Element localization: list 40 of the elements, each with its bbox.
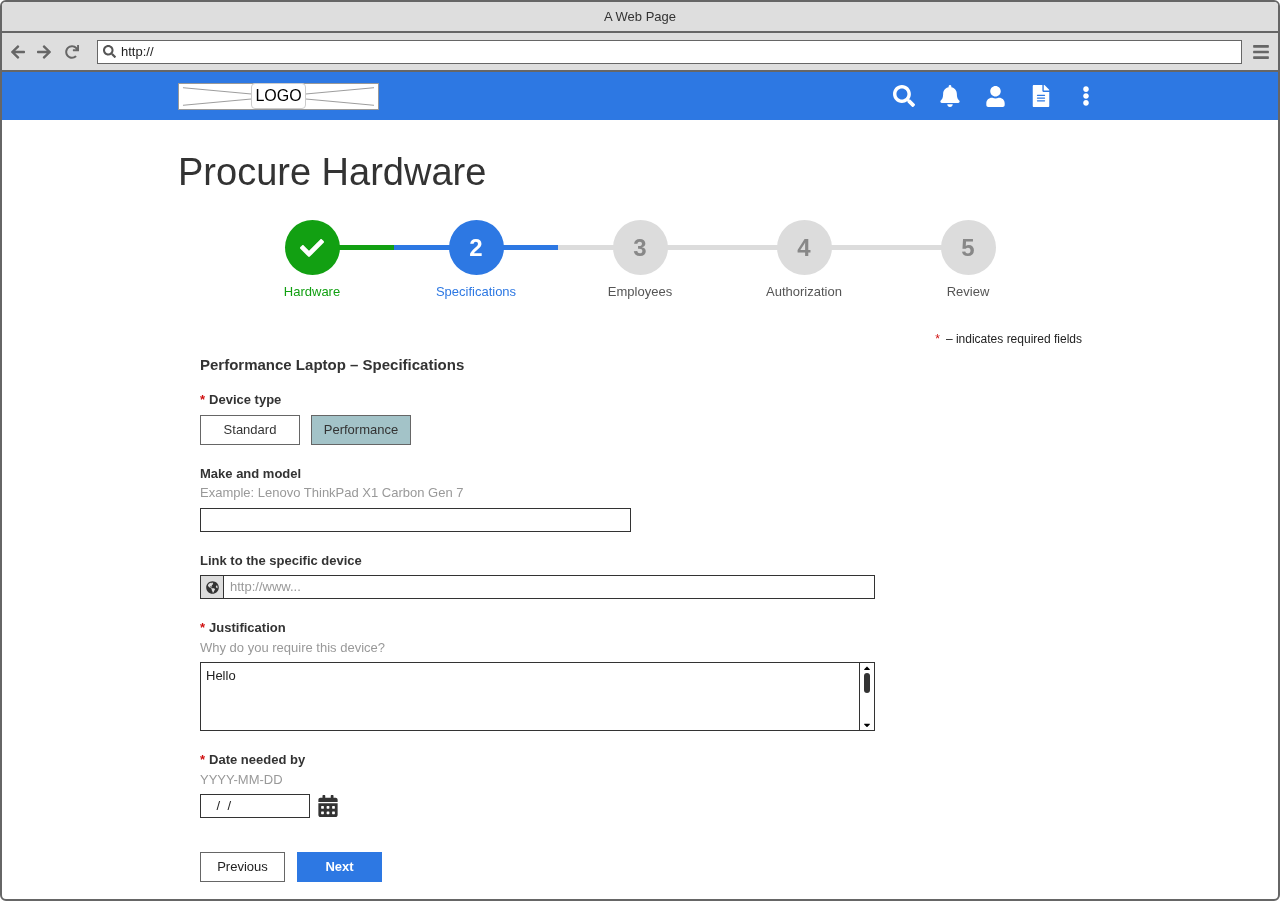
field-label: Date needed by (209, 751, 306, 769)
step-label[interactable]: Specifications (435, 282, 517, 302)
option-button[interactable]: Standard (200, 414, 300, 445)
window-title: A Web Page (603, 7, 676, 26)
address-bar[interactable]: http:// (97, 39, 1242, 64)
step-label[interactable]: Review (946, 282, 990, 302)
field-hint: YYYY-MM-DD (200, 770, 284, 789)
field-label: Link to the specific device (200, 551, 362, 570)
next-button[interactable]: Next (297, 852, 382, 882)
required-asterisk: * (200, 619, 206, 637)
page-title: Procure Hardware (178, 150, 488, 195)
back-icon[interactable] (10, 43, 26, 60)
step-label[interactable]: Employees (607, 282, 673, 302)
logo-placeholder[interactable]: LOGO (178, 82, 379, 110)
document-icon[interactable] (1030, 85, 1052, 107)
required-asterisk: * (935, 330, 940, 348)
input-field[interactable] (200, 507, 631, 532)
search-icon (103, 45, 116, 58)
field-label: Justification (209, 619, 286, 637)
forward-icon[interactable] (36, 43, 52, 60)
field-label: Make and model (200, 464, 302, 483)
previous-button[interactable]: Previous (200, 852, 285, 882)
menu-icon[interactable] (1252, 42, 1270, 61)
user-icon[interactable] (985, 85, 1006, 107)
calendar-icon[interactable] (317, 795, 339, 817)
reload-icon[interactable] (65, 44, 79, 59)
scrollbar-thumb[interactable] (864, 673, 870, 693)
bell-icon[interactable] (939, 85, 961, 107)
required-asterisk: * (200, 751, 206, 769)
field-label: Device type (209, 391, 282, 409)
field-hint: Example: Lenovo ThinkPad X1 Carbon Gen 7 (200, 484, 465, 502)
required-note: – indicates required fields (945, 330, 1082, 348)
form-title: Performance Laptop – Specifications (200, 354, 466, 375)
globe-icon (205, 580, 219, 594)
required-asterisk: * (200, 391, 206, 409)
option-button[interactable]: Performance (311, 414, 411, 445)
step-label[interactable]: Authorization (766, 282, 842, 302)
date-field[interactable]: / / (200, 794, 310, 818)
search-icon[interactable] (893, 85, 915, 107)
field-hint: Why do you require this device? (200, 638, 386, 657)
